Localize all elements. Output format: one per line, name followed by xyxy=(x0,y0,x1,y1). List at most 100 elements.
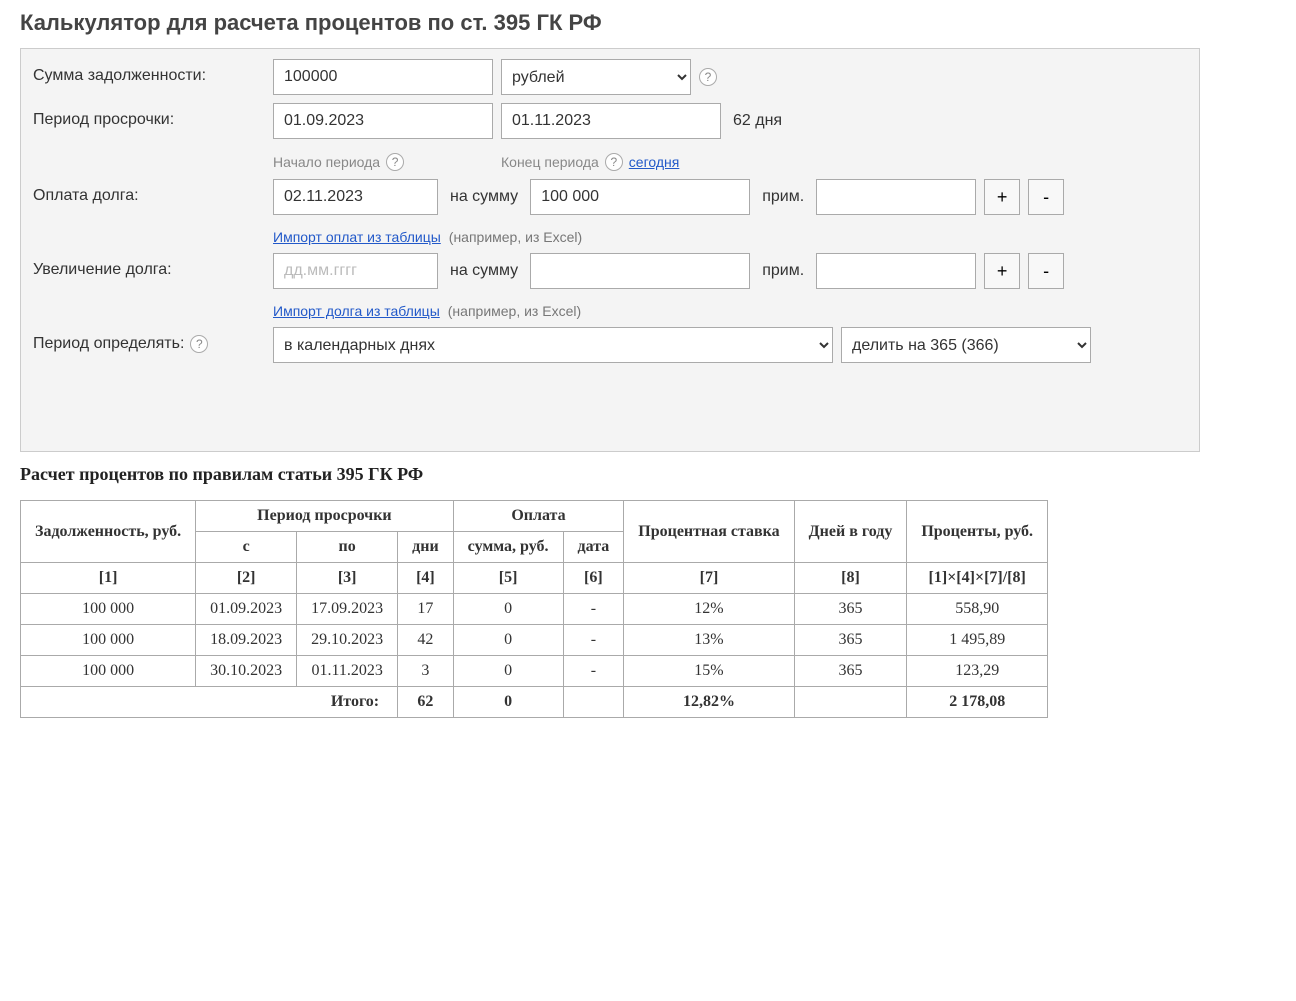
increase-date-input[interactable] xyxy=(273,253,438,289)
cell-dpy: 365 xyxy=(794,656,907,687)
cell-from: 30.10.2023 xyxy=(196,656,297,687)
totals-label: Итого: xyxy=(21,687,398,718)
totals-pay-sum: 0 xyxy=(453,687,563,718)
for-sum-text: на сумму xyxy=(446,188,522,206)
divider-select[interactable]: делить на 365 (366) xyxy=(841,327,1091,363)
col-from: с xyxy=(196,532,297,563)
add-payment-button[interactable]: + xyxy=(984,179,1020,215)
import-example-text: (например, из Excel) xyxy=(449,229,582,245)
col-num: [2] xyxy=(196,563,297,594)
period-start-input[interactable] xyxy=(273,103,493,139)
period-end-input[interactable] xyxy=(501,103,721,139)
col-payment: Оплата xyxy=(453,501,624,532)
cell-days: 3 xyxy=(398,656,454,687)
cell-dpy: 365 xyxy=(794,625,907,656)
row-payment: Оплата долга: на сумму прим. + - Импорт … xyxy=(33,179,1187,245)
totals-pay-date xyxy=(563,687,624,718)
cell-rate: 13% xyxy=(624,625,794,656)
cell-debt: 100 000 xyxy=(21,594,196,625)
col-rate: Процентная ставка xyxy=(624,501,794,563)
cell-days: 17 xyxy=(398,594,454,625)
period-label: Период просрочки: xyxy=(33,103,273,129)
help-icon[interactable]: ? xyxy=(386,153,404,171)
col-pay-date: дата xyxy=(563,532,624,563)
import-debt-link[interactable]: Импорт долга из таблицы xyxy=(273,303,440,319)
debt-amount-input[interactable] xyxy=(273,59,493,95)
cell-to: 01.11.2023 xyxy=(297,656,398,687)
add-increase-button[interactable]: + xyxy=(984,253,1020,289)
col-num: [5] xyxy=(453,563,563,594)
cell-pay_sum: 0 xyxy=(453,656,563,687)
results-heading: Расчет процентов по правилам статьи 395 … xyxy=(20,464,1276,485)
cell-interest: 558,90 xyxy=(907,594,1048,625)
cell-to: 29.10.2023 xyxy=(297,625,398,656)
cell-interest: 1 495,89 xyxy=(907,625,1048,656)
increase-label: Увеличение долга: xyxy=(33,253,273,279)
cell-dpy: 365 xyxy=(794,594,907,625)
import-example-text: (например, из Excel) xyxy=(448,303,581,319)
calculator-form: Сумма задолженности: рублей ? Период про… xyxy=(20,48,1200,452)
cell-to: 17.09.2023 xyxy=(297,594,398,625)
remove-payment-button[interactable]: - xyxy=(1028,179,1064,215)
for-sum-text: на сумму xyxy=(446,262,522,280)
currency-select[interactable]: рублей xyxy=(501,59,691,95)
cell-pay_sum: 0 xyxy=(453,594,563,625)
row-increase: Увеличение долга: на сумму прим. + - Имп… xyxy=(33,253,1187,319)
table-row: 100 00018.09.202329.10.2023420-13%3651 4… xyxy=(21,625,1048,656)
payment-sum-input[interactable] xyxy=(530,179,750,215)
cell-pay_date: - xyxy=(563,625,624,656)
help-icon[interactable]: ? xyxy=(190,335,208,353)
cell-rate: 15% xyxy=(624,656,794,687)
col-interest: Проценты, руб. xyxy=(907,501,1048,563)
remove-increase-button[interactable]: - xyxy=(1028,253,1064,289)
row-debt: Сумма задолженности: рублей ? xyxy=(33,59,1187,95)
note-label: прим. xyxy=(758,262,808,280)
col-num: [4] xyxy=(398,563,454,594)
page-title: Калькулятор для расчета процентов по ст.… xyxy=(20,10,1276,36)
increase-note-input[interactable] xyxy=(816,253,976,289)
col-num: [1]×[4]×[7]/[8] xyxy=(907,563,1048,594)
cell-from: 01.09.2023 xyxy=(196,594,297,625)
cell-debt: 100 000 xyxy=(21,625,196,656)
col-num: [8] xyxy=(794,563,907,594)
cell-from: 18.09.2023 xyxy=(196,625,297,656)
payment-label: Оплата долга: xyxy=(33,179,273,205)
period-define-label: Период определять: xyxy=(33,335,184,353)
cell-debt: 100 000 xyxy=(21,656,196,687)
period-end-hint: Конец периода xyxy=(501,154,599,170)
cell-rate: 12% xyxy=(624,594,794,625)
table-row: 100 00030.10.202301.11.202330-15%365123,… xyxy=(21,656,1048,687)
period-type-select[interactable]: в календарных днях xyxy=(273,327,833,363)
col-num: [7] xyxy=(624,563,794,594)
totals-days: 62 xyxy=(398,687,454,718)
payment-note-input[interactable] xyxy=(816,179,976,215)
col-days: дни xyxy=(398,532,454,563)
note-label: прим. xyxy=(758,188,808,206)
cell-pay_date: - xyxy=(563,594,624,625)
col-period: Период просрочки xyxy=(196,501,454,532)
row-period-define: Период определять: ? в календарных днях … xyxy=(33,327,1187,363)
col-num: [3] xyxy=(297,563,398,594)
totals-interest: 2 178,08 xyxy=(907,687,1048,718)
results-table: Задолженность, руб. Период просрочки Опл… xyxy=(20,500,1048,718)
col-pay-sum: сумма, руб. xyxy=(453,532,563,563)
col-num: [6] xyxy=(563,563,624,594)
cell-interest: 123,29 xyxy=(907,656,1048,687)
import-payments-link[interactable]: Импорт оплат из таблицы xyxy=(273,229,441,245)
today-link[interactable]: сегодня xyxy=(629,154,680,170)
help-icon[interactable]: ? xyxy=(605,153,623,171)
cell-pay_date: - xyxy=(563,656,624,687)
payment-date-input[interactable] xyxy=(273,179,438,215)
col-days-year: Дней в году xyxy=(794,501,907,563)
col-num: [1] xyxy=(21,563,196,594)
period-start-hint: Начало периода xyxy=(273,154,380,170)
row-period: Период просрочки: 62 дня Начало периода … xyxy=(33,103,1187,171)
increase-sum-input[interactable] xyxy=(530,253,750,289)
col-to: по xyxy=(297,532,398,563)
totals-dpy xyxy=(794,687,907,718)
cell-pay_sum: 0 xyxy=(453,625,563,656)
help-icon[interactable]: ? xyxy=(699,68,717,86)
debt-label: Сумма задолженности: xyxy=(33,59,273,85)
col-debt: Задолженность, руб. xyxy=(21,501,196,563)
table-row: 100 00001.09.202317.09.2023170-12%365558… xyxy=(21,594,1048,625)
